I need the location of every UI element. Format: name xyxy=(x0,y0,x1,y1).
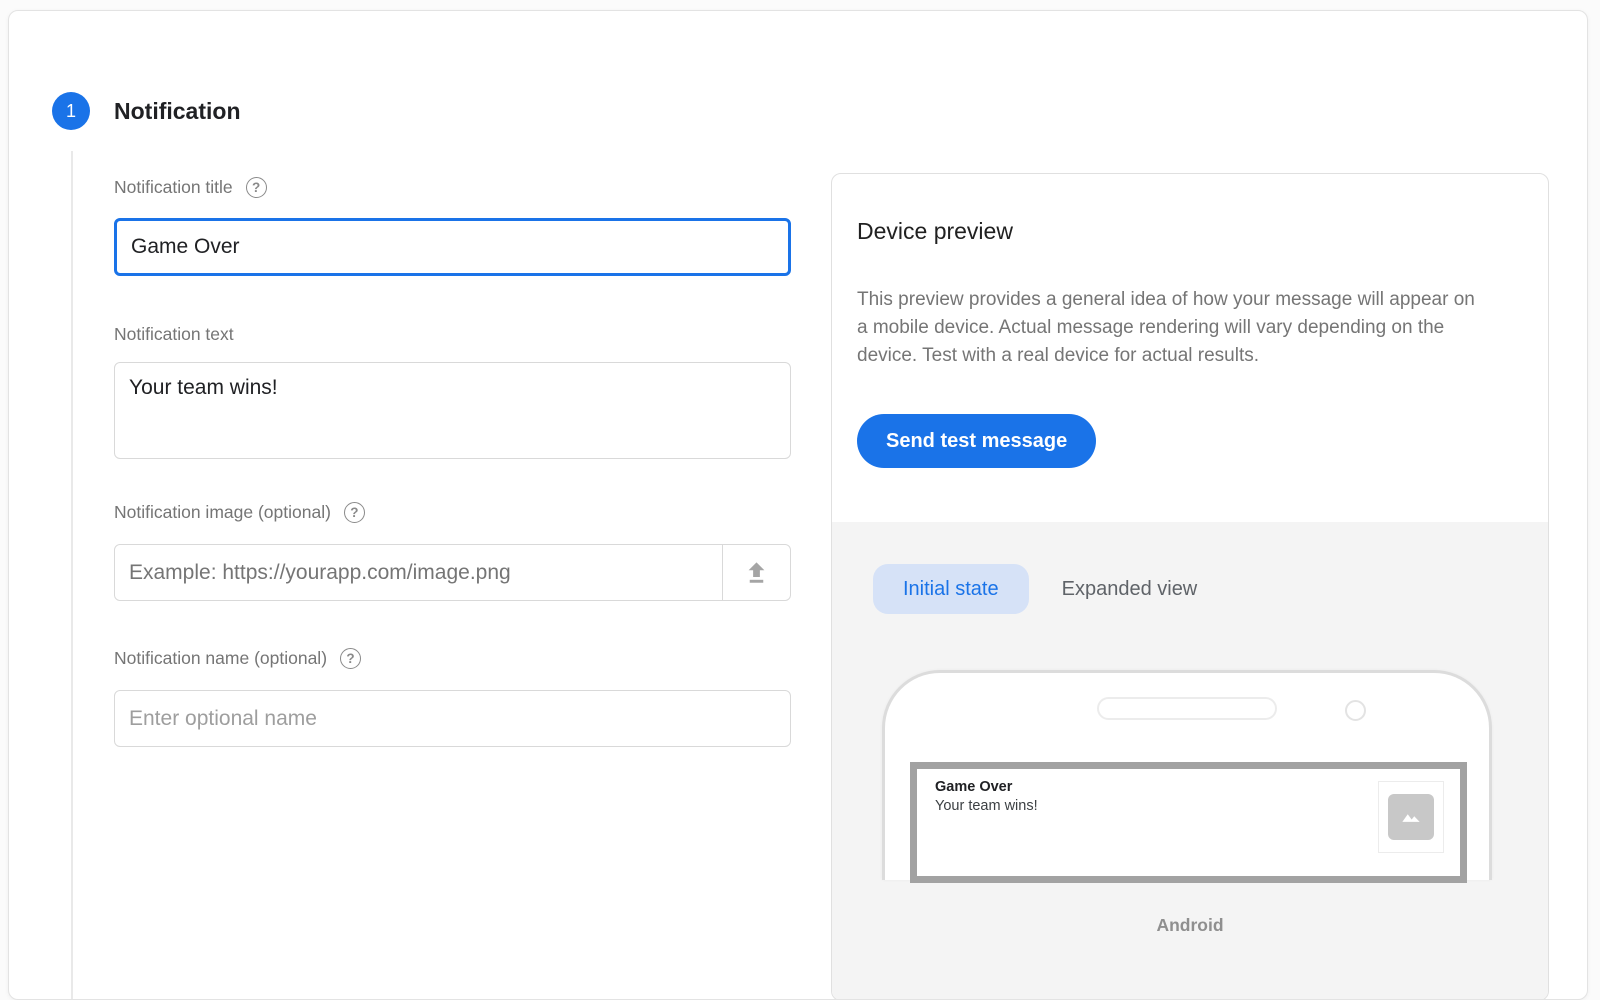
send-test-message-button[interactable]: Send test message xyxy=(857,414,1096,468)
notification-preview-texts: Game Over Your team wins! xyxy=(935,778,1038,816)
notification-preview-text: Your team wins! xyxy=(935,797,1038,816)
upload-icon xyxy=(743,559,770,586)
help-icon[interactable]: ? xyxy=(246,177,267,198)
mountain-image-icon xyxy=(1398,804,1424,830)
help-icon[interactable]: ? xyxy=(340,648,361,669)
notification-title-label: Notification title ? xyxy=(114,177,267,198)
upload-image-button[interactable] xyxy=(722,545,790,600)
android-phone-mockup: Game Over Your team wins! xyxy=(882,670,1492,880)
notification-image-label: Notification image (optional) ? xyxy=(114,502,365,523)
notification-preview-title: Game Over xyxy=(935,778,1038,797)
notification-composer-card: 1 Notification Notification title ? Noti… xyxy=(8,10,1588,1000)
step-title: Notification xyxy=(114,92,241,130)
step-number-badge: 1 xyxy=(52,92,90,130)
notification-text-label: Notification text xyxy=(114,324,234,345)
phone-camera xyxy=(1345,700,1366,721)
notification-image-field xyxy=(114,544,791,601)
notification-text-label-text: Notification text xyxy=(114,324,234,345)
notification-title-label-text: Notification title xyxy=(114,177,233,198)
notification-preview-image-slot xyxy=(1378,781,1444,853)
notification-text-input[interactable]: Your team wins! xyxy=(114,362,791,459)
help-icon[interactable]: ? xyxy=(344,502,365,523)
step-connector-line xyxy=(71,151,73,999)
notification-title-input[interactable] xyxy=(114,218,791,276)
image-placeholder-icon xyxy=(1388,794,1434,840)
notification-name-label: Notification name (optional) ? xyxy=(114,648,361,669)
tab-expanded-view[interactable]: Expanded view xyxy=(1058,564,1202,614)
notification-preview-card: Game Over Your team wins! xyxy=(910,762,1467,883)
platform-label: Android xyxy=(832,915,1548,936)
notification-image-input[interactable] xyxy=(115,545,722,600)
device-preview-title: Device preview xyxy=(857,218,1013,245)
notification-name-label-text: Notification name (optional) xyxy=(114,648,327,669)
device-preview-description: This preview provides a general idea of … xyxy=(857,286,1479,370)
tab-initial-state[interactable]: Initial state xyxy=(873,564,1029,614)
notification-image-label-text: Notification image (optional) xyxy=(114,502,331,523)
notification-name-input[interactable] xyxy=(114,690,791,747)
phone-speaker xyxy=(1097,697,1277,720)
device-preview-panel: Device preview This preview provides a g… xyxy=(831,173,1549,1000)
preview-tabs: Initial state Expanded view xyxy=(873,564,1201,614)
